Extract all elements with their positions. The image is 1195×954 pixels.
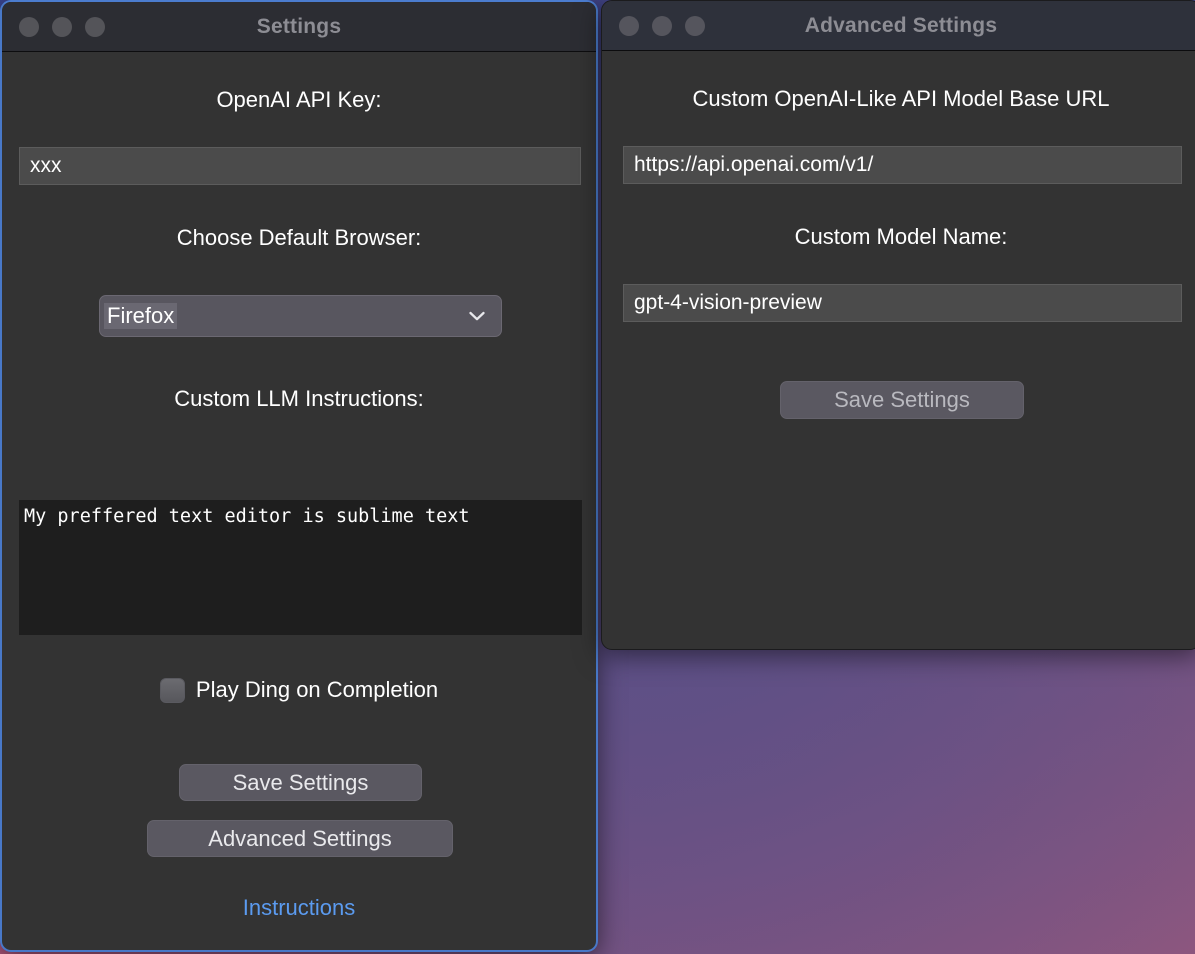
desktop-background: Settings OpenAI API Key: xxx Choose Defa… — [0, 0, 1195, 954]
advanced-settings-window: Advanced Settings Custom OpenAI-Like API… — [601, 0, 1195, 650]
play-ding-checkbox-row[interactable]: Play Ding on Completion — [2, 677, 596, 703]
chevron-down-icon — [469, 311, 485, 321]
model-name-label: Custom Model Name: — [794, 224, 1008, 249]
base-url-input[interactable]: https://api.openai.com/v1/ — [623, 146, 1182, 184]
close-button[interactable] — [619, 15, 639, 36]
settings-window: Settings OpenAI API Key: xxx Choose Defa… — [0, 0, 598, 952]
save-settings-button[interactable]: Save Settings — [179, 764, 422, 801]
default-browser-select[interactable]: Firefox — [99, 295, 502, 337]
settings-window-title: Settings — [256, 14, 342, 38]
minimize-button[interactable] — [52, 16, 72, 37]
instructions-link[interactable]: Instructions — [2, 895, 596, 921]
default-browser-selected-value: Firefox — [104, 302, 178, 330]
custom-llm-instructions-label: Custom LLM Instructions: — [174, 386, 424, 411]
save-settings-button-advanced[interactable]: Save Settings — [780, 381, 1024, 419]
settings-titlebar[interactable]: Settings — [2, 2, 596, 52]
custom-llm-instructions-textarea[interactable]: My preffered text editor is sublime text — [19, 500, 582, 635]
advanced-settings-button[interactable]: Advanced Settings — [147, 820, 453, 857]
advanced-titlebar[interactable]: Advanced Settings — [602, 1, 1195, 51]
api-key-input[interactable]: xxx — [19, 147, 581, 185]
minimize-button[interactable] — [652, 15, 672, 36]
api-key-label: OpenAI API Key: — [216, 87, 382, 112]
traffic-lights — [19, 16, 105, 37]
advanced-window-title: Advanced Settings — [804, 13, 998, 37]
base-url-label: Custom OpenAI-Like API Model Base URL — [692, 86, 1110, 111]
model-name-input[interactable]: gpt-4-vision-preview — [623, 284, 1182, 322]
play-ding-checkbox[interactable] — [159, 677, 185, 703]
play-ding-label: Play Ding on Completion — [195, 677, 439, 702]
maximize-button[interactable] — [685, 15, 705, 36]
traffic-lights-advanced — [619, 15, 705, 36]
maximize-button[interactable] — [85, 16, 105, 37]
default-browser-label: Choose Default Browser: — [176, 225, 422, 250]
close-button[interactable] — [19, 16, 39, 37]
